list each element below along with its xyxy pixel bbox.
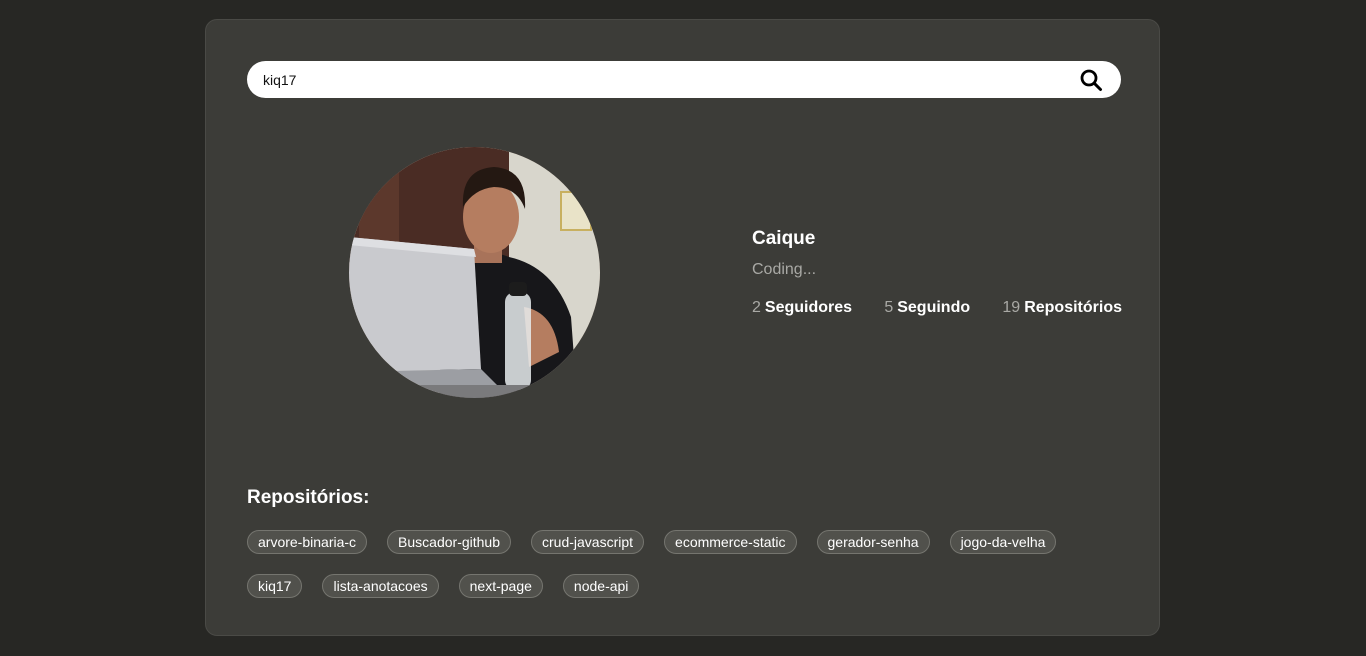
profile-name: Caique: [752, 228, 816, 249]
repository-tag[interactable]: crud-javascript: [531, 530, 645, 554]
avatar: [349, 147, 600, 398]
repository-tag[interactable]: gerador-senha: [816, 530, 930, 554]
repository-tag[interactable]: ecommerce-static: [664, 530, 797, 554]
search-bar: [247, 61, 1121, 98]
profile-stats: 2 Seguidores 5 Seguindo 19 Repositórios: [752, 298, 1122, 318]
repository-tag[interactable]: node-api: [562, 574, 640, 598]
profile-card: Caique Coding... 2Seguidores 5Seguindo 1…: [205, 19, 1160, 636]
repository-tag[interactable]: Buscador-github: [387, 530, 511, 554]
followers-stat: 2 Seguidores: [752, 298, 852, 318]
search-icon[interactable]: [1079, 68, 1103, 92]
repository-tag[interactable]: jogo-da-velha: [949, 530, 1057, 554]
repos-label: Repositórios: [1024, 299, 1122, 316]
repositories-title: Repositórios:: [247, 487, 370, 508]
following-label: Seguindo: [897, 299, 971, 316]
following-count: 5: [884, 299, 894, 316]
repos-count: 19: [1002, 299, 1021, 316]
search-input[interactable]: [263, 61, 1063, 98]
profile-info: Caique Coding... 2 Seguidores 5 Seguindo 1…: [752, 228, 1122, 318]
repository-tag[interactable]: next-page: [458, 574, 543, 598]
repository-tag[interactable]: arvore-binaria-c: [247, 530, 368, 554]
profile-bio: Coding...: [752, 261, 817, 278]
following-stat: 5 Seguindo: [884, 298, 970, 318]
repos-stat: 19 Repositórios: [1002, 298, 1122, 318]
repository-tag[interactable]: lista-anotacoes: [322, 574, 439, 598]
followers-count: 2: [752, 299, 761, 316]
repository-list: arvore-binaria-c Buscador-github crud-ja…: [247, 530, 1127, 598]
repository-tag[interactable]: kiq17: [247, 574, 303, 598]
followers-label: Seguidores: [764, 299, 853, 316]
